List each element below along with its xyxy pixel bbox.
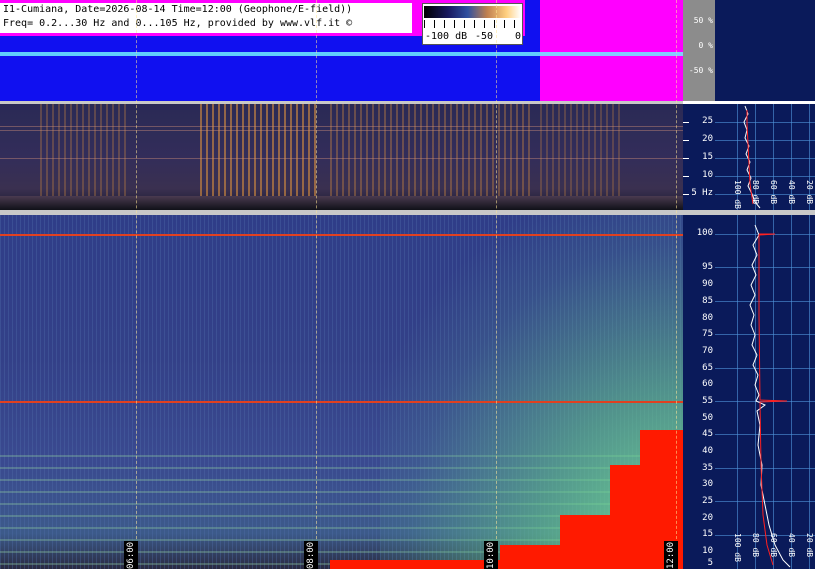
low-spec-db-80: 80 dB — [751, 180, 760, 205]
spectrogram-base — [0, 196, 683, 210]
low-tick-5: 5 Hz — [691, 188, 713, 198]
spectrogram-burst — [330, 104, 530, 210]
high-spec-db-80: 80 dB — [751, 533, 760, 558]
time-grid-line — [316, 0, 317, 569]
time-label-1200: 12:00 — [664, 541, 678, 569]
high-spec-db-60: 60 dB — [769, 533, 778, 558]
colorbar-min-label: -100 dB — [425, 31, 468, 42]
colorbar-max-label: 0 — [515, 31, 522, 42]
high-frequency-spectrum-panel: 100 dB 80 dB 60 dB 40 dB 20 dB — [715, 215, 815, 569]
high-tick-30: 30 — [702, 479, 713, 489]
low-spec-db-60: 60 dB — [769, 180, 778, 205]
spectrogram-burst — [40, 104, 130, 210]
spectral-line — [0, 126, 683, 127]
high-tick-70: 70 — [702, 346, 713, 356]
intense-region — [500, 545, 570, 569]
intense-region — [610, 465, 683, 525]
spectrogram-burst — [200, 104, 320, 210]
colorbar: -100 dB -50 0 — [422, 3, 523, 45]
intense-region — [330, 560, 510, 569]
time-grid-line — [136, 0, 137, 569]
low-frequency-spectrogram — [0, 104, 683, 210]
high-tick-60: 60 — [702, 379, 713, 389]
high-tick-55: 55 — [702, 396, 713, 406]
high-tick-95: 95 — [702, 262, 713, 272]
high-frequency-spectrogram — [0, 215, 683, 569]
low-tick-15: 15 — [702, 152, 713, 162]
amp-tick-0: 0 % — [698, 41, 713, 50]
high-spec-db-100: 100 dB — [733, 533, 742, 562]
low-tick-20: 20 — [702, 134, 713, 144]
high-tick-75: 75 — [702, 329, 713, 339]
amplitude-trace — [0, 52, 683, 56]
spectral-line — [0, 158, 683, 159]
station-info-line2: Freq= 0.2...30 Hz and 0...105 Hz, provid… — [3, 18, 353, 29]
high-tick-45: 45 — [702, 429, 713, 439]
high-spec-db-20: 20 dB — [805, 533, 814, 558]
station-info-line1: I1-Cumiana, Date=2026-08-14 Time=12:00 (… — [3, 4, 353, 15]
station-info: I1-Cumiana, Date=2026-08-14 Time=12:00 (… — [0, 3, 412, 33]
colorbar-mid-label: -50 — [475, 31, 494, 42]
spectral-line — [0, 130, 683, 131]
high-tick-100: 100 — [696, 228, 713, 238]
high-tick-35: 35 — [702, 463, 713, 473]
amp-tick-50: 50 % — [693, 16, 713, 25]
time-grid-line — [496, 0, 497, 569]
high-tick-20: 20 — [702, 513, 713, 523]
time-label-0600: 06:00 — [124, 541, 138, 569]
high-tick-80: 80 — [702, 313, 713, 323]
low-frequency-scale: 25 20 15 10 5 Hz — [683, 104, 715, 210]
high-tick-90: 90 — [702, 279, 713, 289]
time-label-0800: 08:00 — [304, 541, 318, 569]
low-tick-10: 10 — [702, 170, 713, 180]
time-label-1000: 10:00 — [484, 541, 498, 569]
high-tick-40: 40 — [702, 446, 713, 456]
low-frequency-spectrum-panel: 100 dB 80 dB 60 dB 40 dB 20 dB — [715, 104, 815, 210]
high-tick-5: 5 — [707, 558, 713, 568]
high-tick-85: 85 — [702, 296, 713, 306]
top-right-panel — [715, 0, 815, 101]
low-spec-db-40: 40 dB — [787, 180, 796, 205]
high-frequency-scale: 100 95 90 85 80 75 70 65 60 55 50 45 40 … — [683, 215, 715, 569]
low-tick-25: 25 — [702, 116, 713, 126]
high-spectrum-curve — [749, 224, 791, 568]
high-tick-25: 25 — [702, 496, 713, 506]
low-spec-db-100: 100 dB — [733, 180, 742, 209]
spectral-line-50hz — [0, 401, 683, 403]
amplitude-scale: 50 % 0 % -50 % — [683, 0, 715, 101]
high-tick-50: 50 — [702, 413, 713, 423]
amp-tick-minus50: -50 % — [688, 66, 713, 75]
high-spec-db-40: 40 dB — [787, 533, 796, 558]
colorbar-ticks — [424, 20, 521, 28]
spectrogram-burst — [540, 104, 620, 210]
low-spec-db-20: 20 dB — [805, 180, 814, 205]
spectral-line-100hz — [0, 234, 683, 236]
high-tick-15: 15 — [702, 529, 713, 539]
high-tick-10: 10 — [702, 546, 713, 556]
time-grid-line — [676, 0, 677, 569]
amplitude-clip-region — [540, 0, 683, 101]
colorbar-gradient — [424, 6, 521, 18]
high-tick-65: 65 — [702, 363, 713, 373]
low-spectrum-curve — [743, 105, 761, 209]
